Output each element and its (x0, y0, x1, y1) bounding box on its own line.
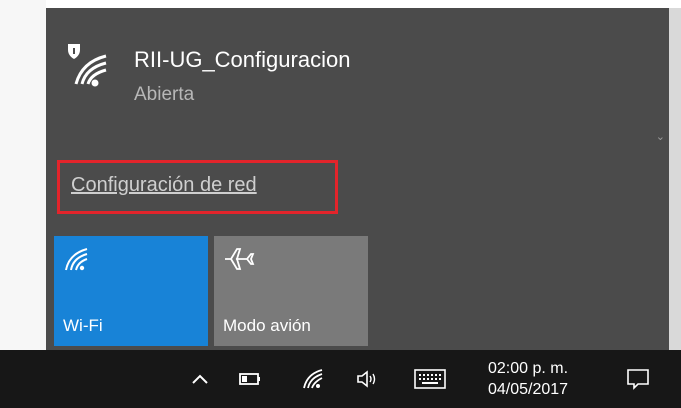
battery-icon[interactable] (233, 350, 267, 408)
network-list-item[interactable]: RII-UG_Configuracion Abierta (66, 36, 626, 116)
chevron-up-icon[interactable] (184, 350, 216, 408)
wifi-toggle-tile[interactable]: Wi-Fi (54, 236, 208, 346)
wifi-icon (65, 248, 88, 271)
keyboard-icon[interactable] (408, 350, 452, 408)
flyout-edge (669, 8, 681, 350)
desktop-background (0, 0, 46, 350)
clock-time: 02:00 p. m. (487, 360, 569, 377)
airplane-tile-label: Modo avión (223, 316, 311, 335)
wifi-secured-icon (68, 44, 107, 87)
taskbar-clock[interactable]: 02:00 p. m. 04/05/2017 (470, 358, 586, 400)
network-settings-link[interactable]: Configuración de red (57, 160, 338, 214)
airplane-icon (225, 248, 255, 270)
wifi-tile-label: Wi-Fi (63, 316, 103, 335)
wifi-tray-icon[interactable] (296, 350, 330, 408)
network-status: Abierta (134, 84, 195, 105)
network-flyout: ⌄ RII-UG_Configuracion Abierta Configura… (46, 8, 681, 350)
airplane-mode-tile[interactable]: Modo avión (214, 236, 368, 346)
network-settings-label: Configuración de red (71, 174, 257, 196)
volume-icon[interactable] (350, 350, 384, 408)
taskbar: 02:00 p. m. 04/05/2017 (0, 350, 681, 408)
network-name: RII-UG_Configuracion (134, 47, 351, 72)
scroll-down-icon[interactable]: ⌄ (656, 130, 665, 143)
clock-date: 04/05/2017 (487, 381, 569, 398)
action-center-icon[interactable] (618, 350, 658, 408)
